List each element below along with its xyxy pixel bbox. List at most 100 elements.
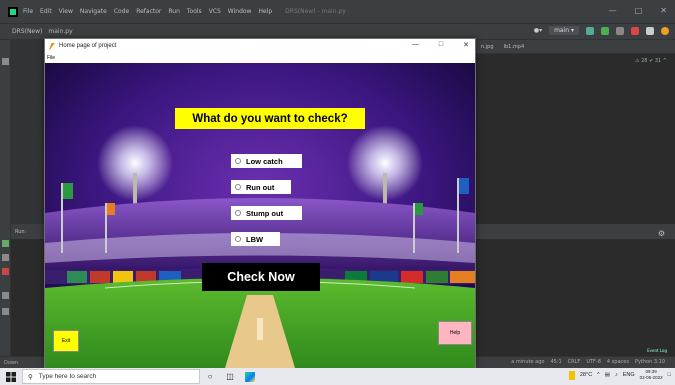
ide-menu-code[interactable]: Code (114, 8, 129, 15)
stop-icon[interactable] (631, 26, 639, 35)
app-canvas: What do you want to check? Low catch Run… (45, 63, 475, 368)
debug-icon[interactable] (616, 26, 624, 35)
tray-app-icon[interactable] (568, 370, 575, 380)
system-tray: 28°C ^ ▤ ♪ ENG 09:39 02-05-2022 □ (568, 369, 671, 381)
radio-icon (235, 184, 241, 190)
ide-menu-navigate[interactable]: Navigate (80, 8, 107, 15)
status-interpreter[interactable]: Python 3.10 (635, 359, 665, 365)
notifications-icon[interactable]: □ (668, 372, 671, 378)
nav-file[interactable]: main.py (48, 28, 72, 35)
chevron-up-icon[interactable]: ^ (597, 372, 600, 378)
maximize-icon[interactable]: □ (439, 41, 443, 49)
check-now-button[interactable]: Check Now (202, 263, 320, 291)
editor-tab[interactable]: Ib1.mp4 (504, 44, 525, 50)
project-icon[interactable] (2, 58, 9, 65)
ide-menu-edit[interactable]: Edit (40, 8, 52, 15)
radio-icon (235, 210, 241, 216)
status-indent[interactable]: 4 spaces (607, 359, 629, 365)
editor-gutter: · · · · (11, 40, 44, 224)
run-icon[interactable] (601, 26, 609, 35)
clock[interactable]: 09:39 02-05-2022 (640, 369, 663, 381)
start-button[interactable] (0, 368, 22, 385)
app-menubar: File (45, 53, 475, 63)
gutter-marker: · (35, 130, 37, 135)
cortana-icon[interactable]: ○ (200, 368, 220, 385)
radio-icon (235, 158, 241, 164)
status-position[interactable]: 45:1 (550, 359, 561, 365)
tk-feather-icon (49, 42, 55, 50)
ide-menu-tools[interactable]: Tools (187, 8, 202, 15)
maximize-icon[interactable]: □ (635, 6, 643, 15)
option-stump-out[interactable]: Stump out (231, 206, 302, 220)
pycharm-logo-icon (8, 6, 18, 17)
search-placeholder: Type here to search (38, 373, 97, 380)
app-window-title: Home page of project (59, 43, 117, 49)
branch-selector[interactable]: main ▾ (549, 26, 579, 35)
question-label: What do you want to check? (175, 108, 365, 129)
ide-menubar: File Edit View Navigate Code Refactor Ru… (0, 0, 675, 24)
option-run-out[interactable]: Run out (231, 180, 291, 194)
ide-window-title: DRS(New) - main.py (285, 8, 346, 15)
option-low-catch[interactable]: Low catch (231, 154, 302, 168)
option-label: LBW (246, 234, 264, 244)
taskbar-search[interactable]: ⚲ Type here to search (22, 369, 200, 384)
volume-icon[interactable]: ♪ (615, 372, 618, 378)
close-icon[interactable]: ✕ (660, 6, 667, 15)
option-label: Low catch (246, 156, 283, 166)
gear-icon[interactable]: ⚙ (658, 227, 665, 241)
code-editor[interactable]: ⚠ 28 ✔ 31 ^ (475, 54, 675, 224)
ide-menu-view[interactable]: View (59, 8, 73, 15)
option-label: Stump out (246, 208, 284, 218)
stop-tool-icon[interactable] (2, 268, 9, 275)
ide-menu-file[interactable]: File (23, 8, 33, 15)
ide-window-controls: — □ ✕ (609, 6, 667, 15)
clock-date: 02-05-2022 (639, 375, 663, 380)
ide-menu-vcs[interactable]: VCS (209, 8, 221, 15)
editor-tabs: n.jpg Ib1.mp4 (475, 40, 675, 54)
user-icon[interactable]: ●▾ (534, 27, 542, 34)
minimize-icon[interactable]: — (412, 41, 419, 49)
task-view-icon[interactable]: ◫ (220, 368, 240, 385)
network-icon[interactable]: ▤ (605, 372, 610, 378)
updates-icon[interactable] (661, 26, 669, 35)
build-icon[interactable] (586, 26, 594, 35)
language[interactable]: ENG (623, 372, 635, 378)
editor-tab[interactable]: n.jpg (481, 44, 494, 50)
option-label: Run out (246, 182, 275, 192)
nav-project[interactable]: DRS(New) (12, 28, 42, 35)
option-lbw[interactable]: LBW (231, 232, 280, 246)
pycharm-taskbar-icon[interactable] (240, 368, 260, 385)
app-menu-file[interactable]: File (47, 55, 55, 61)
windows-icon (6, 371, 16, 382)
search-icon[interactable] (646, 26, 654, 35)
exit-button[interactable]: Exit (53, 330, 79, 352)
help-button[interactable]: Help (438, 321, 472, 345)
run-tool-icon[interactable] (2, 240, 9, 247)
pin-icon[interactable] (2, 308, 9, 315)
minimize-icon[interactable]: — (609, 6, 617, 15)
app-titlebar: Home page of project — □ ✕ (45, 39, 475, 53)
event-log-button[interactable]: Event Log (647, 348, 667, 353)
status-vcs-time: a minute ago (511, 359, 545, 365)
status-encoding[interactable]: UTF-8 (586, 359, 601, 365)
ide-menu-run[interactable]: Run (168, 8, 180, 15)
run-label: Run: (15, 229, 27, 235)
inspection-widget[interactable]: ⚠ 28 ✔ 31 ^ (635, 58, 667, 64)
app-window: Home page of project — □ ✕ File What do … (44, 38, 476, 368)
gutter-marker: · (35, 100, 37, 105)
ide-menu-help[interactable]: Help (258, 8, 272, 15)
app-window-controls: — □ ✕ (412, 41, 469, 49)
ide-menu-refactor[interactable]: Refactor (136, 8, 161, 15)
status-right: a minute ago 45:1 CRLF UTF-8 4 spaces Py… (511, 359, 665, 365)
status-left: Down (4, 359, 19, 366)
search-icon: ⚲ (28, 373, 33, 381)
weather[interactable]: 28°C (580, 372, 592, 378)
taskbar: ⚲ Type here to search ○ ◫ 28°C ^ ▤ ♪ ENG… (0, 368, 675, 385)
status-line-sep[interactable]: CRLF (568, 359, 581, 365)
radio-icon (235, 236, 241, 242)
ide-menu-window[interactable]: Window (228, 8, 252, 15)
ide-toolbar: ●▾ main ▾ (534, 26, 669, 35)
layout-icon[interactable] (2, 292, 9, 299)
wrench-icon[interactable] (2, 254, 9, 261)
close-icon[interactable]: ✕ (463, 41, 469, 49)
